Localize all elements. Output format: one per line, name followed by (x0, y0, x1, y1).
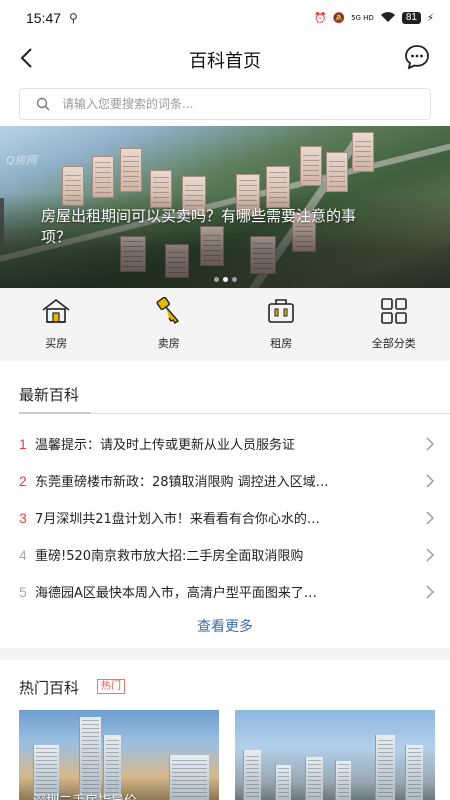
status-icons: ⏰ 🔕 5G HD 81 ⚡ (314, 11, 434, 26)
banner-carousel[interactable]: Q房网 房屋出租期间可以买卖吗？有哪些需要注意的事项？ (0, 126, 450, 288)
list-item-text: 温馨提示：请及时上传或更新从业人员服务证 (35, 438, 296, 453)
wifi-icon (380, 11, 396, 26)
carousel-dot[interactable] (231, 277, 237, 282)
search-area (0, 80, 450, 126)
rank-number: 4 (19, 546, 27, 563)
list-item[interactable]: 3 7月深圳共21盘计划入市！来看看有合你心水的… (19, 499, 435, 536)
banner-building (352, 132, 374, 172)
card-building (335, 761, 351, 800)
card-building (275, 765, 291, 800)
list-item-text: 重磅!520南京救市放大招:二手房全面取消限购 (35, 549, 304, 564)
briefcase-icon (268, 299, 295, 323)
message-button[interactable] (404, 44, 430, 70)
view-more-link[interactable]: 查看更多 (0, 616, 450, 636)
house-icon (42, 298, 70, 323)
banner-watermark: Q房网 (6, 154, 37, 167)
list-item-text: 东莞重磅楼市新政：28镇取消限购 调控进入区域… (35, 475, 329, 490)
banner-building (300, 146, 322, 186)
card-building (305, 757, 323, 800)
section-divider (19, 412, 450, 414)
card-building (243, 750, 261, 800)
latest-section: 最新百科 1 温馨提示：请及时上传或更新从业人员服务证 2 东莞重磅楼市新政：2… (0, 361, 450, 648)
charging-icon: ⚡ (426, 12, 434, 24)
mute-icon: 🔕 (332, 12, 346, 24)
status-bar: 15:47 ⚲ ⏰ 🔕 5G HD 81 ⚡ (0, 0, 450, 36)
chat-bubble-icon (405, 45, 429, 70)
banner-building (120, 148, 142, 192)
category-sell[interactable]: 卖房 (113, 288, 226, 360)
search-box[interactable] (19, 88, 431, 120)
battery-indicator: 81 (401, 12, 421, 24)
hot-card[interactable] (235, 710, 435, 800)
card-building (375, 735, 395, 800)
network-label: 5G HD (351, 14, 374, 22)
category-grid: 买房 卖房 租房 全部分类 (0, 288, 450, 360)
rank-number: 5 (19, 583, 27, 600)
category-buy[interactable]: 买房 (0, 288, 113, 360)
search-icon (36, 97, 50, 111)
nav-bar: 百科首页 (0, 36, 450, 80)
chevron-right-icon (426, 474, 434, 487)
card-building (79, 717, 101, 800)
list-item[interactable]: 5 海德园A区最快本周入市，高清户型平面图来了… (19, 573, 435, 610)
carousel-indicator (0, 277, 450, 282)
section-title: 热门百科 (19, 679, 80, 697)
list-item[interactable]: 1 温馨提示：请及时上传或更新从业人员服务证 (19, 425, 435, 462)
hot-section: 热门百科 热门 深圳二手房指导价 (0, 660, 450, 800)
list-item[interactable]: 2 东莞重磅楼市新政：28镇取消限购 调控进入区域… (19, 462, 435, 499)
banner-side-tab[interactable] (0, 198, 4, 246)
card-building (405, 745, 423, 800)
rank-number: 1 (19, 435, 27, 452)
usb-icon: ⚲ (69, 11, 78, 25)
list-item-text: 7月深圳共21盘计划入市！来看看有合你心水的… (35, 512, 320, 527)
chevron-right-icon (426, 585, 434, 598)
list-item[interactable]: 4 重磅!520南京救市放大招:二手房全面取消限购 (19, 536, 435, 573)
rank-number: 2 (19, 472, 27, 489)
alarm-icon: ⏰ (314, 12, 327, 24)
category-all[interactable]: 全部分类 (338, 288, 450, 360)
chevron-right-icon (426, 437, 434, 450)
card-caption: 深圳二手房指导价 (33, 790, 137, 800)
list-item-text: 海德园A区最快本周入市，高清户型平面图来了… (35, 586, 317, 601)
banner-title[interactable]: 房屋出租期间可以买卖吗？有哪些需要注意的事项？ (41, 206, 381, 248)
category-label: 全部分类 (371, 337, 416, 350)
key-icon (156, 297, 179, 324)
search-input[interactable] (62, 97, 392, 111)
section-title: 最新百科 (19, 386, 80, 404)
rank-number: 3 (19, 509, 27, 526)
banner-building (326, 152, 348, 192)
hot-badge: 热门 (97, 679, 125, 694)
card-building (169, 755, 209, 800)
category-label: 买房 (45, 337, 68, 350)
carousel-dot[interactable] (222, 277, 228, 282)
grid-icon (380, 298, 407, 324)
carousel-dot[interactable] (213, 277, 219, 282)
page-title: 百科首页 (189, 51, 261, 72)
category-rent[interactable]: 租房 (225, 288, 338, 360)
category-label: 租房 (270, 337, 293, 350)
chevron-right-icon (426, 548, 434, 561)
hot-card[interactable]: 深圳二手房指导价 (19, 710, 219, 800)
chevron-right-icon (426, 511, 434, 524)
banner-building (92, 156, 114, 198)
category-label: 卖房 (157, 337, 180, 350)
status-time: 15:47 (26, 10, 62, 26)
